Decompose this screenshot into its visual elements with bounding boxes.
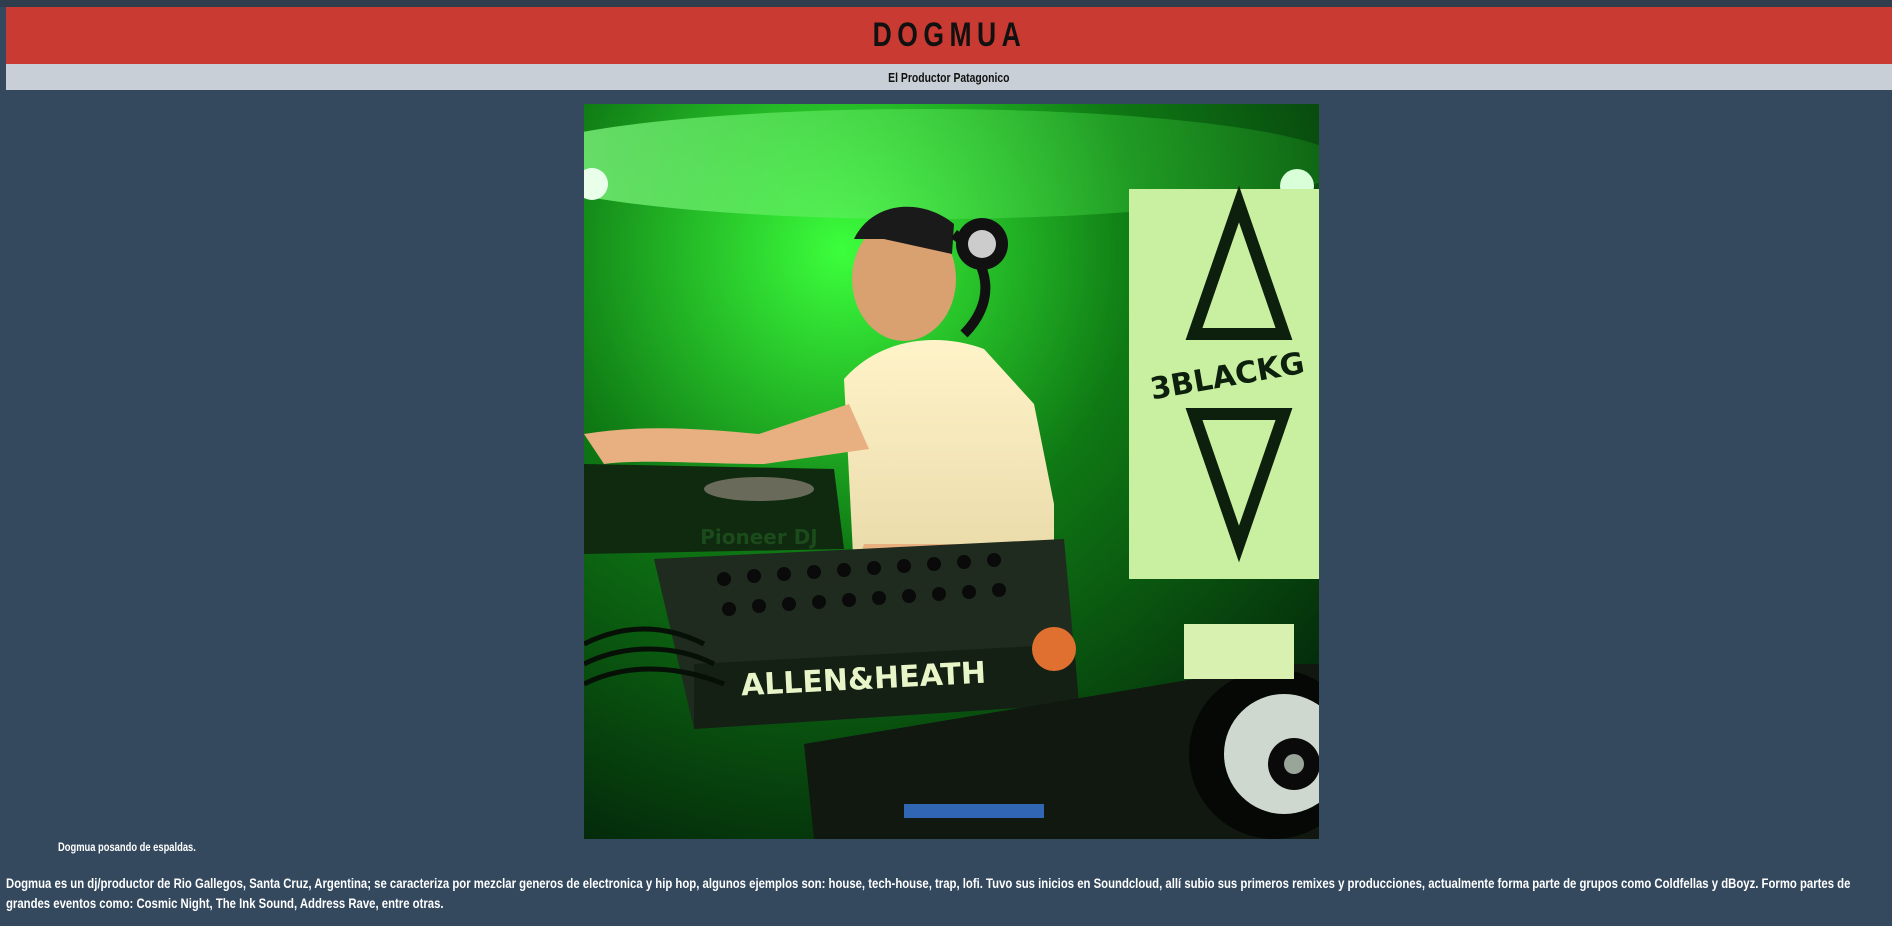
top-strip [0, 0, 1892, 7]
bio-paragraph: Dogmua es un dj/productor de Rio Gallego… [6, 875, 1851, 911]
mixer: ALLEN&HEATH [654, 539, 1079, 729]
banner: 3BLACKG [1129, 185, 1319, 579]
site-header: DOGMUA [6, 7, 1892, 64]
deck-brand: Pioneer DJ [700, 525, 818, 549]
site-subtitle: El Productor Patagonico [888, 69, 1010, 85]
photo-caption: Dogmua posando de espaldas. [58, 840, 196, 854]
subtitle-bar: El Productor Patagonico [6, 64, 1892, 90]
dj-photo-illustration: 3BLACKG ALLEN&HEATH Pioneer DJ [584, 104, 1319, 839]
site-title: DOGMUA [872, 16, 1026, 54]
dj-photo: 3BLACKG ALLEN&HEATH Pioneer DJ [584, 104, 1319, 839]
left-deck: Pioneer DJ [584, 464, 844, 554]
